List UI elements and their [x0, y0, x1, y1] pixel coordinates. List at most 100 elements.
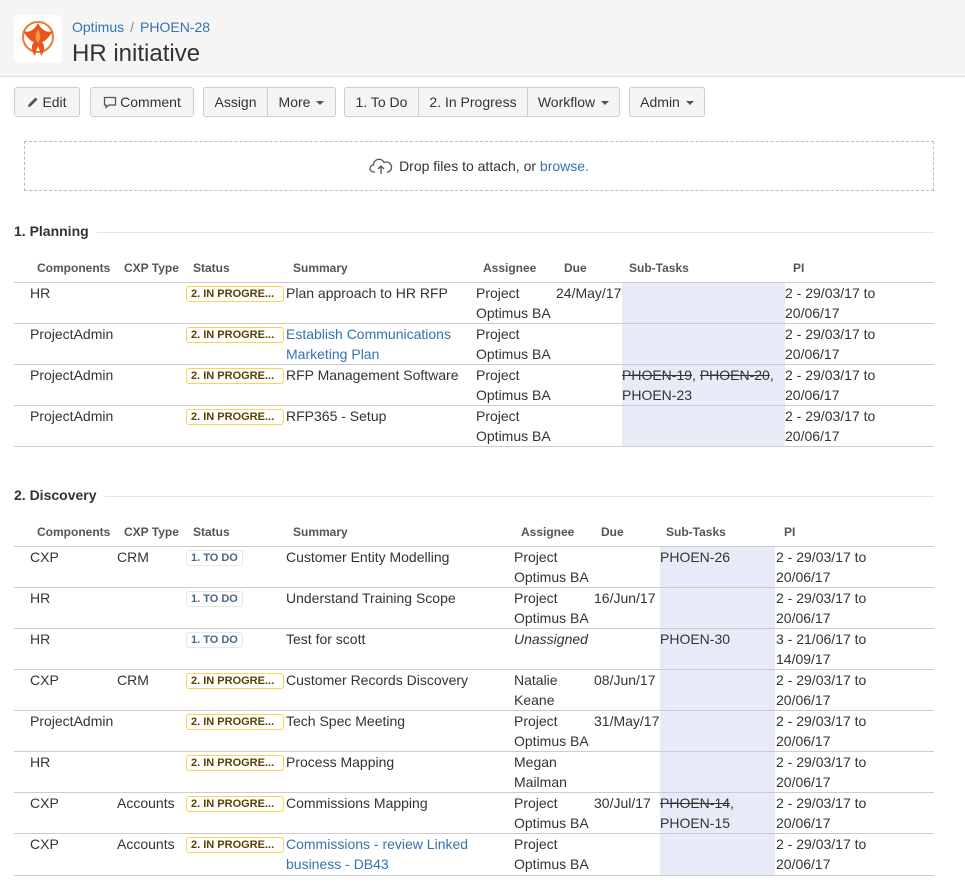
assignee-line: Optimus BA	[476, 428, 551, 444]
workflow-group: 1. To Do 2. In Progress Workflow	[344, 87, 620, 117]
col-header-subtasks[interactable]: Sub-Tasks	[666, 525, 726, 539]
cell-assignee: Project Optimus BA	[514, 793, 589, 833]
cell-due: 16/Jun/17	[594, 590, 656, 606]
issue-summary-link[interactable]: Tech Spec Meeting	[286, 711, 405, 731]
assign-button[interactable]: Assign	[204, 88, 268, 116]
cell-component: HR	[30, 285, 51, 301]
cell-component: CXP	[30, 795, 59, 811]
col-header-pi[interactable]: PI	[784, 525, 795, 539]
subtask-link[interactable]: PHOEN-15	[660, 815, 730, 831]
breadcrumb-issue-link[interactable]: PHOEN-28	[140, 19, 210, 35]
issue-summary-link[interactable]: Establish Communications	[286, 326, 451, 342]
comment-button[interactable]: Comment	[90, 87, 194, 117]
chevron-down-icon	[601, 101, 610, 106]
chevron-down-icon	[316, 101, 325, 106]
workflow-dropdown[interactable]: Workflow	[528, 88, 619, 116]
col-header-cxp-type[interactable]: CXP Type	[124, 261, 179, 275]
status-badge: 2. IN PROGRE...	[186, 755, 284, 771]
col-header-pi[interactable]: PI	[793, 261, 804, 275]
assignee-line: Megan	[514, 754, 557, 770]
assignee-line: Project	[476, 408, 520, 424]
col-header-cxp-type[interactable]: CXP Type	[124, 525, 179, 539]
col-header-due[interactable]: Due	[564, 261, 587, 275]
cell-pi: 2 - 29/03/17 to 20/06/17	[785, 283, 875, 323]
more-dropdown[interactable]: More	[268, 88, 335, 116]
comment-label: Comment	[120, 94, 181, 110]
cell-component: HR	[30, 631, 51, 647]
cell-assignee: Megan Mailman	[514, 752, 567, 792]
col-header-status[interactable]: Status	[193, 525, 230, 539]
assignee-line: Natalie	[514, 672, 558, 688]
attachment-dropzone[interactable]: Drop files to attach, or browse.	[24, 141, 934, 191]
subtask-link[interactable]: PHOEN-14	[660, 795, 730, 811]
row-divider	[14, 875, 934, 876]
subtask-link[interactable]: PHOEN-19	[622, 367, 692, 383]
cell-subtasks: PHOEN-14, PHOEN-15	[660, 795, 734, 831]
issue-summary-link[interactable]: RFP365 - Setup	[286, 406, 386, 426]
status-badge: 2. IN PROGRE...	[186, 409, 284, 425]
issue-summary: Establish Communications Marketing Plan	[286, 324, 451, 364]
col-header-due[interactable]: Due	[601, 525, 624, 539]
issue-summary-link[interactable]: Commissions Mapping	[286, 793, 428, 813]
col-header-assignee[interactable]: Assignee	[483, 261, 536, 275]
issue-summary-link[interactable]: Customer Entity Modelling	[286, 547, 449, 567]
status-badge: 2. IN PROGRE...	[186, 286, 284, 302]
issue-summary-link[interactable]: Understand Training Scope	[286, 588, 456, 608]
cell-pi: 2 - 29/03/17 to 20/06/17	[785, 406, 875, 446]
assignee-line: Project	[514, 549, 558, 565]
admin-dropdown[interactable]: Admin	[629, 87, 705, 117]
breadcrumb-project-link[interactable]: Optimus	[72, 19, 124, 35]
phoenix-logo-icon[interactable]	[14, 15, 62, 63]
cell-pi: 2 - 29/03/17 to 20/06/17	[776, 793, 866, 833]
chevron-down-icon	[685, 101, 694, 106]
subtask-link[interactable]: PHOEN-23	[622, 387, 692, 403]
col-header-summary[interactable]: Summary	[293, 261, 348, 275]
cell-cxp-type: Accounts	[117, 836, 175, 852]
assignee-line: Project	[476, 285, 520, 301]
pi-line: 20/06/17	[776, 610, 831, 626]
cell-pi: 2 - 29/03/17 to 20/06/17	[776, 670, 866, 710]
page-title: HR initiative	[72, 40, 201, 67]
cell-pi: 2 - 29/03/17 to 20/06/17	[776, 588, 866, 628]
cell-pi: 2 - 29/03/17 to 20/06/17	[776, 752, 866, 792]
pi-line: 2 - 29/03/17 to	[776, 713, 867, 729]
browse-link[interactable]: browse.	[540, 158, 589, 174]
todo-transition-button[interactable]: 1. To Do	[345, 88, 419, 116]
admin-label: Admin	[640, 94, 680, 110]
col-header-assignee[interactable]: Assignee	[521, 525, 574, 539]
issue-summary-link[interactable]: Marketing Plan	[286, 346, 379, 362]
issue-summary-link[interactable]: Commissions - review Linked	[286, 836, 468, 852]
assignee-line: Optimus BA	[476, 305, 551, 321]
issue-summary-link[interactable]: Test for scott	[286, 629, 365, 649]
pi-line: 3 - 21/06/17 to	[776, 631, 867, 647]
subtask-link[interactable]: PHOEN-30	[660, 629, 730, 649]
cell-pi: 2 - 29/03/17 to 20/06/17	[776, 547, 866, 587]
pi-line: 2 - 29/03/17 to	[776, 549, 867, 565]
pi-line: 20/06/17	[785, 346, 840, 362]
in-progress-transition-button[interactable]: 2. In Progress	[419, 88, 528, 116]
pi-line: 2 - 29/03/17 to	[776, 754, 867, 770]
edit-button[interactable]: Edit	[14, 87, 80, 117]
issue-summary-link[interactable]: Customer Records Discovery	[286, 670, 468, 690]
status-badge: 1. TO DO	[186, 550, 243, 566]
col-header-summary[interactable]: Summary	[293, 525, 348, 539]
issue-summary-link[interactable]: Process Mapping	[286, 752, 394, 772]
issue-summary-link[interactable]: business - DB43	[286, 856, 389, 872]
subtask-link[interactable]: PHOEN-26	[660, 547, 730, 567]
col-header-status[interactable]: Status	[193, 261, 230, 275]
pi-line: 2 - 29/03/17 to	[776, 795, 867, 811]
issue-summary-link[interactable]: RFP Management Software	[286, 365, 459, 385]
dropzone-label: Drop files to attach, or	[399, 158, 537, 174]
assignee-line: Optimus BA	[514, 733, 589, 749]
col-header-subtasks[interactable]: Sub-Tasks	[629, 261, 689, 275]
assignee-line: Keane	[514, 692, 555, 708]
col-header-components[interactable]: Components	[37, 261, 110, 275]
status-badge: 2. IN PROGRE...	[186, 837, 284, 853]
col-header-components[interactable]: Components	[37, 525, 110, 539]
pi-line: 20/06/17	[785, 428, 840, 444]
cell-component: CXP	[30, 549, 59, 565]
issue-summary-link[interactable]: Plan approach to HR RFP	[286, 283, 448, 303]
section-divider	[14, 232, 934, 233]
subtask-link[interactable]: PHOEN-20	[700, 367, 770, 383]
pi-line: 2 - 29/03/17 to	[785, 367, 876, 383]
